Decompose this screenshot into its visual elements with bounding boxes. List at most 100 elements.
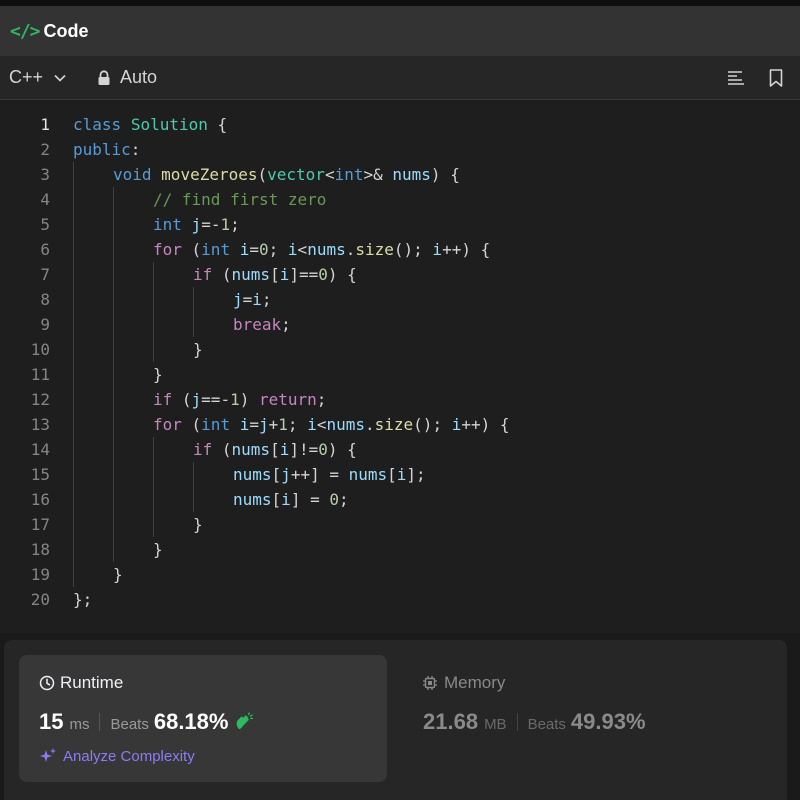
code-token: class bbox=[73, 115, 122, 134]
code-line[interactable]: 3 void moveZeroes(vector<int>& nums) { bbox=[0, 162, 800, 187]
memory-unit: MB bbox=[484, 716, 507, 733]
code-line[interactable]: 19} bbox=[0, 562, 800, 587]
code-token: ( bbox=[212, 265, 232, 284]
clap-icon bbox=[237, 712, 254, 730]
code-token: ( bbox=[172, 390, 192, 409]
indent-guide bbox=[113, 237, 114, 262]
code-line[interactable]: 6 for (int i=0; i<nums.size(); i++) { bbox=[0, 237, 800, 262]
code-line[interactable]: 5 int j=-1; bbox=[0, 212, 800, 237]
sparkle-icon bbox=[40, 748, 56, 762]
code-token: [ bbox=[271, 465, 282, 484]
memory-title[interactable]: Memory bbox=[422, 673, 505, 693]
indent-guide bbox=[73, 262, 74, 287]
code-token: ]!= bbox=[289, 440, 319, 459]
runtime-title-label: Runtime bbox=[60, 673, 124, 692]
code-token: ; bbox=[230, 215, 240, 234]
code-line[interactable]: 7 if (nums[i]==0) { bbox=[0, 262, 800, 287]
bookmark-icon[interactable] bbox=[766, 68, 786, 88]
line-number: 11 bbox=[30, 365, 50, 384]
code-line[interactable]: 12 if (j==-1) return; bbox=[0, 387, 800, 412]
code-line[interactable]: 9 break; bbox=[0, 312, 800, 337]
code-token: nums bbox=[307, 240, 346, 259]
code-token: int bbox=[334, 165, 364, 184]
memory-title-label: Memory bbox=[444, 673, 506, 692]
code-token: nums bbox=[348, 465, 388, 484]
lock-icon bbox=[98, 69, 110, 85]
indent-guide bbox=[113, 262, 114, 287]
line-number: 1 bbox=[40, 115, 50, 134]
code-token: i bbox=[432, 240, 443, 259]
code-line[interactable]: 13 for (int i=j+1; i<nums.size(); i++) { bbox=[0, 412, 800, 437]
code-token: } bbox=[113, 565, 123, 584]
code-token: . bbox=[365, 415, 375, 434]
code-token: nums bbox=[233, 465, 272, 484]
code-token: 0 bbox=[329, 490, 339, 509]
code-line[interactable]: 14 if (nums[i]!=0) { bbox=[0, 437, 800, 462]
code-token: { bbox=[207, 115, 228, 134]
runtime-value: 15 bbox=[39, 709, 64, 734]
code-line[interactable]: 4 // find first zero bbox=[0, 187, 800, 212]
code-text: int j=-1; bbox=[73, 212, 240, 237]
code-token: = bbox=[249, 240, 259, 259]
code-token: int bbox=[153, 215, 182, 234]
code-token: i bbox=[451, 415, 462, 434]
code-token: nums bbox=[233, 490, 272, 509]
format-icon[interactable] bbox=[726, 68, 746, 88]
code-line[interactable]: 1 class Solution { bbox=[0, 112, 800, 137]
code-token: . bbox=[345, 240, 356, 259]
line-number: 20 bbox=[30, 590, 50, 609]
code-text: for (int i=0; i<nums.size(); i++) { bbox=[73, 237, 490, 262]
code-token: i bbox=[239, 240, 250, 259]
code-line[interactable]: 8 j=i; bbox=[0, 287, 800, 312]
code-text: } bbox=[73, 537, 163, 562]
line-number: 9 bbox=[40, 315, 50, 334]
code-line[interactable]: 20}; bbox=[0, 587, 800, 612]
indent-guide bbox=[113, 512, 114, 537]
code-token: break bbox=[233, 315, 282, 334]
auto-mode-toggle[interactable]: Auto bbox=[97, 67, 157, 88]
code-token: 1 bbox=[220, 215, 231, 234]
code-token: ]== bbox=[289, 265, 319, 284]
code-token: i bbox=[279, 440, 290, 459]
code-token: i bbox=[239, 415, 250, 434]
analyze-complexity-link[interactable]: Analyze Complexity bbox=[39, 747, 195, 765]
code-token: j bbox=[259, 415, 269, 434]
indent-guide bbox=[113, 537, 114, 562]
code-panel-header: </> Code bbox=[0, 6, 800, 56]
code-token: ] = bbox=[290, 490, 330, 509]
code-line[interactable]: 18} bbox=[0, 537, 800, 562]
code-line[interactable]: 2 public: bbox=[0, 137, 800, 162]
code-token: < bbox=[297, 240, 308, 259]
code-line[interactable]: 15 nums[j++] = nums[i]; bbox=[0, 462, 800, 487]
code-editor[interactable]: 1 class Solution {2 public: 3 void moveZeroe… bbox=[0, 100, 800, 633]
code-line[interactable]: 11} bbox=[0, 362, 800, 387]
language-selector[interactable]: C++ bbox=[9, 67, 67, 88]
code-token: =- bbox=[201, 215, 221, 234]
indent-guide bbox=[73, 362, 74, 387]
code-token: ++) { bbox=[442, 240, 491, 259]
code-token: i bbox=[287, 240, 298, 259]
code-token: [ bbox=[270, 440, 280, 459]
indent-guide bbox=[153, 337, 154, 362]
indent-guide bbox=[153, 437, 154, 462]
indent-guide bbox=[73, 437, 74, 462]
code-token: } bbox=[153, 365, 163, 384]
indent-guide bbox=[113, 337, 114, 362]
clock-icon bbox=[39, 675, 55, 691]
code-token: ( bbox=[181, 415, 202, 434]
code-token: ; bbox=[338, 490, 349, 509]
mode-label: Auto bbox=[120, 67, 158, 87]
line-number: 17 bbox=[30, 515, 50, 534]
code-token: 0 bbox=[259, 240, 269, 259]
memory-separator bbox=[516, 713, 518, 731]
line-number: 14 bbox=[30, 440, 50, 459]
line-number: 5 bbox=[40, 215, 50, 234]
line-number: 8 bbox=[40, 290, 50, 309]
code-token: 0 bbox=[318, 265, 328, 284]
code-line[interactable]: 17} bbox=[0, 512, 800, 537]
runtime-card[interactable]: Runtime 15 ms Beats 68.18% Analyze Compl… bbox=[19, 655, 387, 782]
code-line[interactable]: 10} bbox=[0, 337, 800, 362]
code-line[interactable]: 16 nums[i] = 0; bbox=[0, 487, 800, 512]
